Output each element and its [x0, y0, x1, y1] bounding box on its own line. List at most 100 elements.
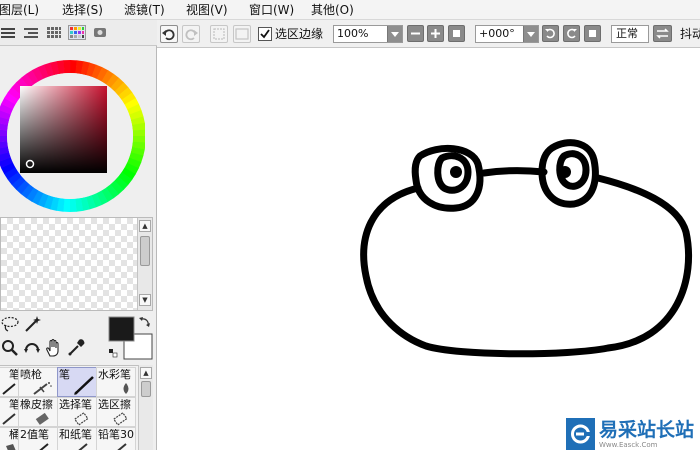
- menu-layer[interactable]: 图层(L): [0, 2, 39, 18]
- scroll-up-icon[interactable]: ▲: [140, 367, 152, 379]
- hue-segment: [63, 60, 71, 74]
- rotate-left-icon: [545, 28, 555, 39]
- pencil-icon: [117, 443, 127, 450]
- hand-icon[interactable]: [44, 338, 64, 358]
- brush-cell-bucket-partial[interactable]: 桶: [0, 427, 20, 450]
- brush-cell-pencil30[interactable]: 铅笔30: [96, 427, 136, 450]
- frog-right-pupil: [559, 166, 571, 178]
- menu-bar: 图层(L) 选择(S) 滤镜(T) 视图(V) 窗口(W) 其他(O): [0, 0, 700, 20]
- blend-mode-value: 正常: [616, 27, 638, 40]
- hue-segment: [69, 198, 77, 212]
- scratchpad-icon[interactable]: [91, 25, 109, 40]
- site-watermark: 易采站长站 Www.Easck.Com: [566, 418, 700, 450]
- rotate-right-icon: [567, 28, 577, 39]
- brush-label: 选择笔: [59, 399, 92, 411]
- zoom-in-button[interactable]: [427, 25, 444, 42]
- menu-window[interactable]: 窗口(W): [249, 2, 294, 18]
- minus-icon: [411, 32, 420, 35]
- redo-button[interactable]: [182, 25, 200, 43]
- chevron-down-icon[interactable]: [523, 26, 538, 42]
- selection-edge-label: 选区边缘: [275, 27, 324, 41]
- brush-label: 铅笔30: [98, 429, 134, 441]
- menu-view[interactable]: 视图(V): [186, 2, 228, 18]
- menu-filter[interactable]: 滤镜(T): [124, 2, 165, 18]
- scratchpad-scrollbar[interactable]: ▲ ▼: [137, 218, 152, 310]
- menu-select[interactable]: 选择(S): [62, 2, 103, 18]
- zoom-reset-button[interactable]: [448, 25, 465, 42]
- rotation-reset-button[interactable]: [584, 25, 601, 42]
- scrollbar-thumb[interactable]: [141, 381, 151, 397]
- color-wheel[interactable]: [0, 48, 146, 212]
- zoom-value: 100%: [337, 27, 369, 40]
- brush-cell-airbrush[interactable]: 喷枪: [18, 367, 58, 397]
- brush-scrollbar[interactable]: ▲: [138, 365, 153, 450]
- color-palette-icon[interactable]: [68, 25, 86, 40]
- rotation-select[interactable]: +000°: [475, 25, 539, 43]
- scratchpad-area[interactable]: ▲ ▼: [0, 217, 153, 311]
- pen-brush-icon: [74, 376, 94, 395]
- magic-wand-icon[interactable]: [22, 314, 42, 334]
- canvas-toolbar: 选区边缘 100% +000° 正常 抖动: [157, 20, 700, 48]
- saturation-value-square[interactable]: [20, 86, 107, 173]
- zoom-icon[interactable]: [0, 338, 20, 358]
- brush-label: 2值笔: [20, 429, 49, 441]
- flip-button[interactable]: [653, 25, 672, 42]
- hue-segment: [132, 129, 146, 137]
- brush-cell-watercolor[interactable]: 水彩笔: [96, 367, 136, 397]
- square-icon: [453, 30, 460, 37]
- list-view-icon[interactable]: [0, 25, 17, 40]
- zoom-select[interactable]: 100%: [333, 25, 403, 43]
- slider-view-icon[interactable]: [22, 25, 40, 40]
- rotation-value: +000°: [479, 27, 515, 40]
- eyedropper-icon[interactable]: [66, 338, 86, 358]
- scroll-up-icon[interactable]: ▲: [139, 220, 151, 232]
- scroll-down-icon[interactable]: ▼: [139, 294, 151, 306]
- rotate-icon[interactable]: [22, 338, 42, 358]
- rotate-left-button[interactable]: [542, 25, 559, 42]
- zoom-out-button[interactable]: [407, 25, 424, 42]
- square-icon: [589, 30, 596, 37]
- brush-cell-pen-active[interactable]: 笔: [57, 367, 97, 397]
- brush-cell-binary-pen[interactable]: 2值笔: [18, 427, 58, 450]
- frog-drawing: [360, 139, 693, 358]
- flip-icon: [656, 28, 669, 39]
- checkmark-icon: [260, 29, 270, 39]
- selection-edge-checkbox[interactable]: [258, 27, 272, 41]
- invert-selection-button[interactable]: [233, 25, 251, 43]
- frog-body-outline: [360, 174, 693, 358]
- undo-button[interactable]: [160, 25, 178, 43]
- watermark-logo-icon: [566, 418, 595, 450]
- reset-colors-icon: [109, 349, 113, 353]
- brush-label: 和纸笔: [59, 429, 92, 441]
- antialias-label: 抖动: [680, 27, 700, 41]
- chevron-down-icon[interactable]: [387, 26, 402, 42]
- brush-cell-pen2-partial[interactable]: 笔: [0, 397, 20, 427]
- brush-cell-select-pen[interactable]: 选择笔: [57, 397, 97, 427]
- plus-icon: [431, 29, 440, 38]
- deselect-button[interactable]: [210, 25, 228, 43]
- brush-cell-eraser[interactable]: 橡皮擦: [18, 397, 58, 427]
- drawing-canvas[interactable]: [158, 48, 700, 450]
- brush-label: 桶: [9, 429, 20, 441]
- watercolor-brush-icon: [123, 383, 129, 394]
- brush-label: 笔: [9, 369, 20, 381]
- binary-pen-icon: [39, 443, 49, 450]
- brush-cell-pen-partial[interactable]: 笔: [0, 367, 20, 397]
- bucket-icon: [6, 444, 16, 450]
- airbrush-icon: [33, 382, 52, 395]
- brush-label: 笔: [9, 399, 20, 411]
- rotate-right-button[interactable]: [563, 25, 580, 42]
- scrollbar-thumb[interactable]: [140, 236, 150, 266]
- brush-cell-select-eraser[interactable]: 选区擦: [96, 397, 136, 427]
- watermark-brand: 易采站长站: [599, 419, 695, 441]
- brush-grid: 笔 喷枪 笔 水彩笔 笔 橡皮擦 选择笔 选区擦 桶 2值笔 和纸笔 铅笔30: [0, 365, 138, 450]
- brush-label: 选区擦: [98, 399, 131, 411]
- primary-color-swatch: [108, 316, 135, 342]
- blend-mode-select[interactable]: 正常: [611, 25, 649, 43]
- menu-other[interactable]: 其他(O): [311, 2, 354, 18]
- left-panel: ▲ ▼ 笔 喷枪 笔 水彩笔 笔 橡皮擦 选择笔 选区擦 桶 2值笔 和纸笔 铅…: [0, 20, 157, 450]
- lasso-icon[interactable]: [0, 314, 20, 334]
- grid-view-icon[interactable]: [45, 25, 63, 40]
- swap-colors-icon: [141, 318, 149, 326]
- brush-cell-washi-pen[interactable]: 和纸笔: [57, 427, 97, 450]
